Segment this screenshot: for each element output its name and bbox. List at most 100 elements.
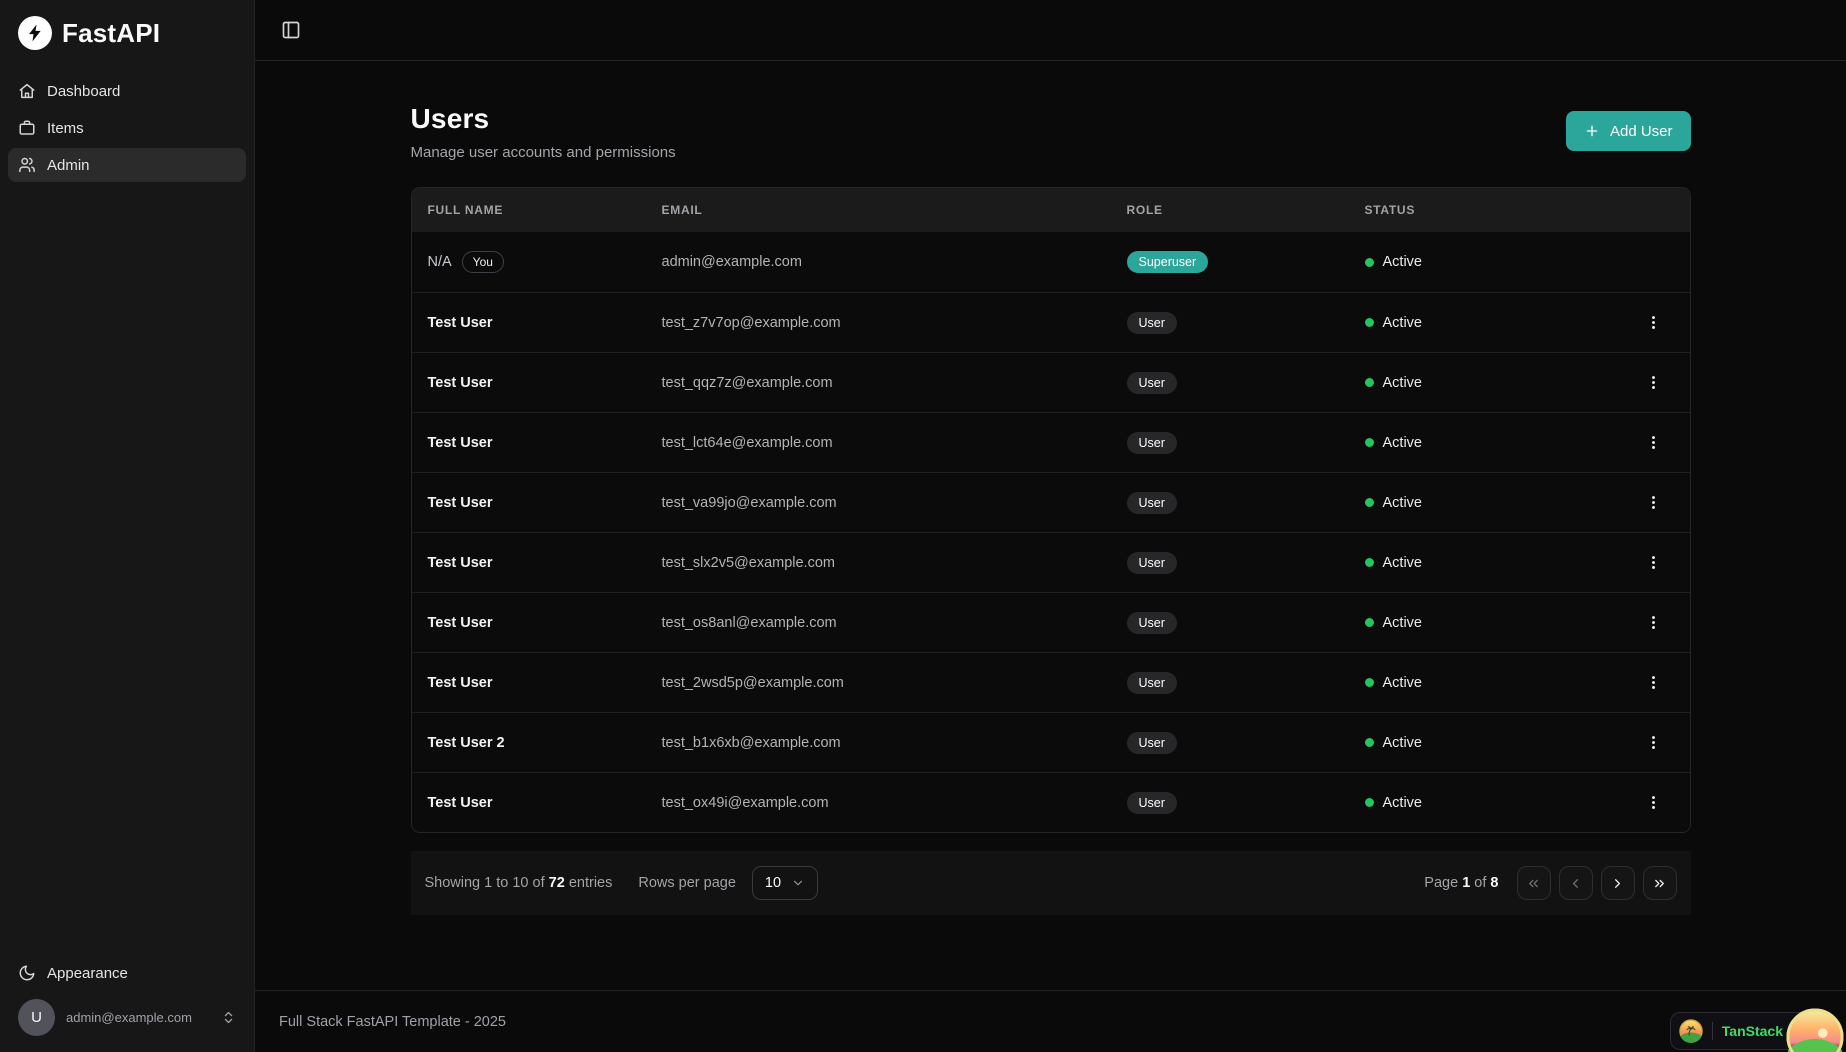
cell-status: Active [1364, 315, 1583, 331]
table-row: Test User test_qqz7z@example.com User Ac… [411, 352, 1690, 412]
cell-full-name: N/A You [428, 251, 662, 273]
status-label: Active [1382, 374, 1423, 391]
row-menu-button[interactable] [1641, 550, 1666, 575]
cell-actions [1583, 610, 1674, 635]
cell-status: Active [1364, 254, 1583, 270]
brand-logo[interactable]: FastAPI [0, 0, 254, 64]
table-body: N/A You admin@example.com Superuser Acti… [411, 232, 1690, 832]
cell-full-name: Test User [428, 435, 662, 451]
sidebar-item-label: Admin [47, 156, 90, 174]
role-badge: User [1126, 731, 1177, 754]
ellipsis-vertical-icon [1651, 436, 1655, 449]
page-subtitle: Manage user accounts and permissions [410, 144, 676, 161]
tanstack-logo-large-icon[interactable] [1786, 1008, 1844, 1052]
add-user-button[interactable]: Add User [1565, 111, 1691, 151]
home-icon [19, 83, 35, 99]
row-menu-button[interactable] [1641, 730, 1666, 755]
last-page-button[interactable] [1642, 866, 1677, 900]
column-header-status: Status [1364, 203, 1416, 217]
appearance-toggle[interactable]: Appearance [8, 955, 246, 991]
cell-role: User [1126, 371, 1365, 394]
table-row: Test User test_slx2v5@example.com User A… [411, 532, 1690, 592]
role-badge: User [1126, 311, 1177, 334]
main-column: Users Manage user accounts and permissio… [255, 0, 1846, 1052]
sidebar: FastAPI Dashboard Items Admin Appearance… [0, 0, 255, 1052]
next-page-button[interactable] [1600, 866, 1635, 900]
cell-actions [1583, 730, 1674, 755]
cell-status: Active [1364, 735, 1583, 751]
row-menu-button[interactable] [1641, 310, 1666, 335]
row-menu-button[interactable] [1641, 430, 1666, 455]
sidebar-bottom: Appearance U admin@example.com [0, 947, 254, 1052]
status-label: Active [1382, 554, 1423, 571]
cell-email: admin@example.com [661, 254, 802, 270]
cell-email: test_b1x6xb@example.com [661, 734, 841, 751]
status-label: Active [1382, 494, 1423, 511]
cell-status: Active [1364, 674, 1583, 691]
tanstack-logo-small-icon [1679, 1019, 1703, 1043]
ellipsis-vertical-icon [1651, 736, 1655, 749]
role-badge: User [1126, 491, 1177, 514]
role-badge: User [1126, 791, 1177, 814]
briefcase-icon [19, 120, 35, 135]
cell-full-name: Test User [428, 675, 662, 691]
cell-email: test_va99jo@example.com [661, 494, 837, 511]
appearance-label: Appearance [47, 964, 128, 982]
cell-full-name: Test User [428, 495, 662, 511]
row-menu-button[interactable] [1641, 790, 1666, 815]
users-page: Users Manage user accounts and permissio… [410, 61, 1691, 915]
rows-per-page-select[interactable]: 10 [751, 866, 819, 900]
sidebar-item-label: Items [47, 119, 84, 137]
table-row: Test User test_2wsd5p@example.com User A… [411, 652, 1690, 712]
status-dot-icon [1364, 678, 1374, 687]
rows-per-page-label: Rows per page [638, 875, 736, 891]
cell-role: User [1126, 311, 1365, 334]
user-menu[interactable]: U admin@example.com [8, 991, 246, 1042]
moon-icon [19, 965, 35, 981]
status-dot-icon [1364, 257, 1374, 267]
first-page-button[interactable] [1516, 866, 1551, 900]
cell-email: test_slx2v5@example.com [661, 554, 835, 571]
plus-icon [1586, 125, 1598, 137]
row-menu-button[interactable] [1641, 670, 1666, 695]
chevrons-up-down-icon [224, 1011, 233, 1024]
cell-role: User [1126, 431, 1365, 454]
sidebar-item-items[interactable]: Items [8, 111, 246, 145]
cell-full-name: Test User [428, 315, 662, 331]
table-row: Test User 2 test_b1x6xb@example.com User… [411, 712, 1690, 772]
ellipsis-vertical-icon [1651, 796, 1655, 809]
full-name-text: Test User 2 [427, 734, 505, 751]
row-menu-button[interactable] [1641, 610, 1666, 635]
status-label: Active [1382, 614, 1423, 631]
user-email: admin@example.com [66, 1010, 192, 1025]
sidebar-item-label: Dashboard [47, 82, 121, 100]
cell-full-name: Test User [428, 615, 662, 631]
showing-entries-text: Showing 1 to 10 of 72 entries [424, 875, 613, 891]
column-header-email: Email [661, 203, 703, 217]
chevrons-right-icon [1655, 879, 1664, 887]
row-menu-button[interactable] [1641, 490, 1666, 515]
footer: Full Stack FastAPI Template - 2025 [255, 990, 1846, 1052]
cell-email: test_z7v7op@example.com [661, 314, 841, 331]
row-menu-button[interactable] [1641, 370, 1666, 395]
status-label: Active [1382, 674, 1423, 691]
column-header-full-name: Full Name [427, 203, 504, 217]
app-root: FastAPI Dashboard Items Admin Appearance… [0, 0, 1846, 1052]
status-dot-icon [1364, 438, 1374, 447]
cell-email: test_lct64e@example.com [661, 434, 833, 451]
ellipsis-vertical-icon [1651, 496, 1655, 509]
sidebar-item-admin[interactable]: Admin [8, 148, 246, 182]
sidebar-item-dashboard[interactable]: Dashboard [8, 74, 246, 108]
cell-role: User [1126, 731, 1365, 754]
ellipsis-vertical-icon [1651, 676, 1655, 689]
ellipsis-vertical-icon [1651, 616, 1655, 629]
previous-page-button[interactable] [1558, 866, 1593, 900]
table-row: Test User test_ox49i@example.com User Ac… [411, 772, 1690, 832]
page-title: Users [410, 103, 490, 134]
status-dot-icon [1364, 618, 1374, 627]
cell-status: Active [1364, 554, 1583, 571]
sidebar-toggle-button[interactable] [277, 16, 305, 44]
cell-actions [1583, 490, 1674, 515]
status-dot-icon [1364, 558, 1374, 567]
users-icon [19, 157, 35, 173]
